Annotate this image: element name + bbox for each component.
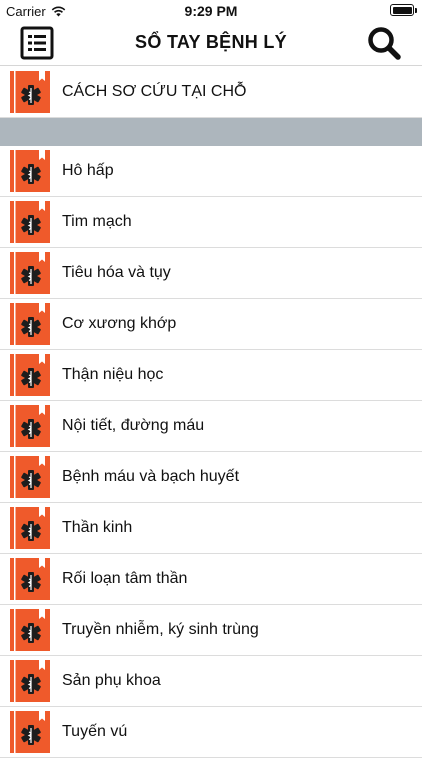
list-item-label: CÁCH SƠ CỨU TẠI CHỖ	[62, 83, 247, 100]
list-item[interactable]: Tim mạch	[0, 197, 422, 248]
medical-book-icon	[10, 252, 50, 294]
battery-icon	[390, 4, 417, 16]
medical-book-icon	[10, 456, 50, 498]
medical-book-icon	[10, 507, 50, 549]
list-item[interactable]: Tuyến vú	[0, 707, 422, 758]
list-item-label: Cơ xương khớp	[62, 315, 177, 332]
list-item-label: Nội tiết, đường máu	[62, 417, 205, 434]
first-aid-section: CÁCH SƠ CỨU TẠI CHỖ	[0, 67, 422, 118]
medical-book-icon	[10, 303, 50, 345]
list-item-label: Truyền nhiễm, ký sinh trùng	[62, 621, 259, 638]
status-bar: Carrier 9:29 PM	[0, 0, 422, 22]
list-menu-icon[interactable]	[20, 26, 54, 60]
list-item[interactable]: Hô hấp	[0, 146, 422, 197]
list-item[interactable]: Cơ xương khớp	[0, 299, 422, 350]
list-item[interactable]: Truyền nhiễm, ký sinh trùng	[0, 605, 422, 656]
disease-category-section: Hô hấp Tim mạch Tiêu hóa và tụy Cơ xương…	[0, 146, 422, 758]
list-item[interactable]: Nội tiết, đường máu	[0, 401, 422, 452]
list-item[interactable]: Thần kinh	[0, 503, 422, 554]
navigation-bar: SỔ TAY BỆNH LÝ	[0, 22, 422, 66]
list-item-label: Bệnh máu và bạch huyết	[62, 468, 240, 485]
list-item[interactable]: Thận niệu học	[0, 350, 422, 401]
medical-book-icon	[10, 201, 50, 243]
medical-book-icon	[10, 71, 50, 113]
medical-book-icon	[10, 660, 50, 702]
medical-book-icon	[10, 558, 50, 600]
list-item[interactable]: CÁCH SƠ CỨU TẠI CHỖ	[0, 67, 422, 118]
medical-book-icon	[10, 405, 50, 447]
list-item-label: Thần kinh	[62, 519, 133, 536]
list-item[interactable]: Rối loạn tâm thần	[0, 554, 422, 605]
list-item[interactable]: Bệnh máu và bạch huyết	[0, 452, 422, 503]
page-title: SỔ TAY BỆNH LÝ	[135, 32, 287, 52]
medical-book-icon	[10, 711, 50, 753]
medical-book-icon	[10, 354, 50, 396]
list-item-label: Tim mạch	[62, 213, 132, 230]
status-time: 9:29 PM	[184, 3, 238, 19]
list-item-label: Hô hấp	[62, 162, 114, 179]
list-item-label: Sản phụ khoa	[62, 672, 161, 689]
search-icon[interactable]	[366, 25, 402, 61]
medical-book-icon	[10, 609, 50, 651]
medical-book-icon	[10, 150, 50, 192]
section-header	[0, 118, 422, 146]
list-item-label: Thận niệu học	[62, 366, 164, 383]
list-item[interactable]: Sản phụ khoa	[0, 656, 422, 707]
list-item[interactable]: Tiêu hóa và tụy	[0, 248, 422, 299]
list-item-label: Rối loạn tâm thần	[62, 570, 188, 587]
category-list: CÁCH SƠ CỨU TẠI CHỖ Hô hấp Tim mạch Tiêu…	[0, 67, 422, 758]
list-item-label: Tiêu hóa và tụy	[62, 264, 171, 281]
